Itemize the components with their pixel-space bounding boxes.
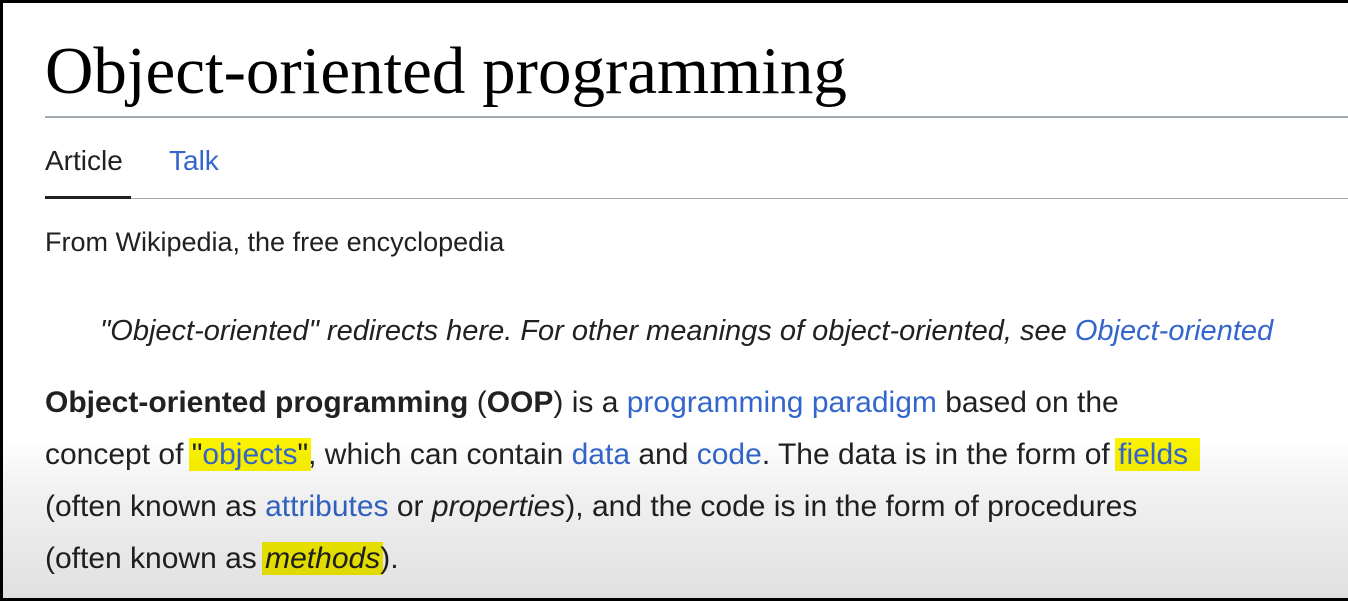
tab-article[interactable]: Article	[45, 141, 123, 181]
paragraph-text: or	[388, 490, 432, 523]
link-data[interactable]: data	[572, 438, 630, 471]
paragraph-line: (often known as methods).	[45, 533, 1345, 585]
article-frame: Object-oriented programming Article Talk…	[3, 3, 1348, 598]
paragraph-text: based on the	[936, 386, 1119, 419]
tab-talk[interactable]: Talk	[169, 141, 219, 181]
tabs-divider	[45, 198, 1348, 199]
link-code[interactable]: code	[697, 438, 762, 471]
paragraph-text: concept of	[45, 438, 192, 471]
hatnote-text: "Object-oriented" redirects here. For ot…	[100, 315, 1075, 347]
paragraph-text: "	[191, 438, 203, 471]
hatnote: "Object-oriented" redirects here. For ot…	[100, 311, 1273, 351]
paragraph-line: (often known as attributes or properties…	[45, 481, 1345, 533]
paragraph-line: Object-oriented programming (OOP) is a p…	[45, 377, 1345, 429]
bold-abbreviation: OOP	[486, 386, 554, 419]
link-programming-paradigm[interactable]: programming paradigm	[627, 386, 937, 419]
paragraph-line: concept of "objects", which can contain …	[45, 429, 1345, 481]
italic-properties: properties	[431, 490, 566, 523]
link-objects[interactable]: objects	[202, 438, 297, 471]
paragraph-text: . The data is in the form of	[761, 438, 1119, 471]
paragraph-text: "	[297, 438, 309, 471]
lead-paragraph: Object-oriented programming (OOP) is a p…	[45, 377, 1345, 585]
site-tagline: From Wikipedia, the free encyclopedia	[45, 227, 505, 257]
highlight-fields: fields	[1115, 438, 1201, 471]
paragraph-text: , which can contain	[308, 438, 572, 471]
highlight-objects: "objects"	[188, 438, 312, 471]
title-divider	[45, 116, 1348, 118]
highlight-methods: methods	[262, 542, 384, 575]
paragraph-text: ).	[380, 542, 399, 575]
italic-methods: methods	[265, 542, 381, 575]
paragraph-text: and	[630, 438, 697, 471]
bold-term: Object-oriented programming	[45, 386, 469, 419]
link-attributes[interactable]: attributes	[265, 490, 388, 523]
paragraph-text: (often known as	[45, 542, 266, 575]
hatnote-link[interactable]: Object-oriented	[1075, 315, 1273, 347]
paragraph-text: (	[468, 386, 487, 419]
link-fields[interactable]: fields	[1118, 438, 1188, 471]
paragraph-text: ) is a	[553, 386, 627, 419]
tab-article-active-indicator	[45, 196, 131, 199]
paragraph-text: ), and the code is in the form of proced…	[565, 490, 1138, 523]
page-title: Object-oriented programming	[45, 34, 847, 108]
paragraph-text: (often known as	[45, 490, 266, 523]
